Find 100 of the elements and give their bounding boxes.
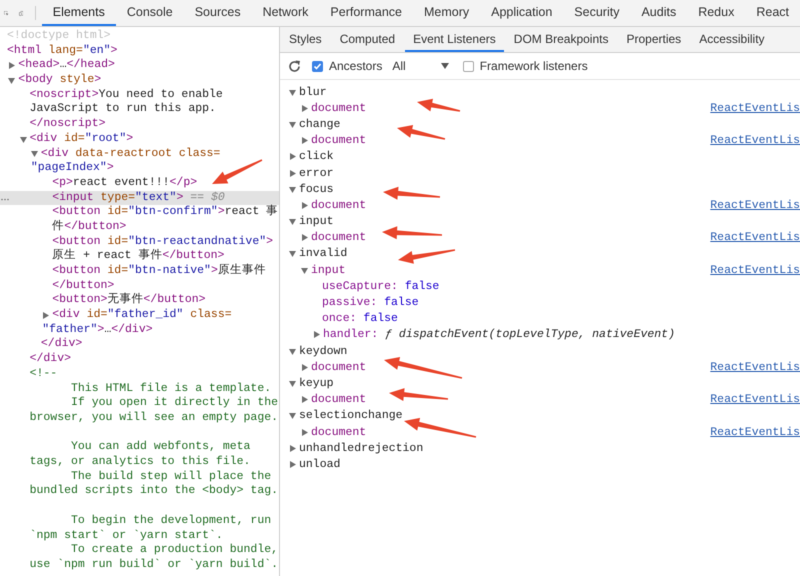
source-link[interactable]: ReactEventLis bbox=[710, 231, 800, 244]
listener-target[interactable]: document bbox=[311, 393, 366, 406]
disclosure-triangle-icon[interactable] bbox=[289, 186, 296, 193]
disclosure-triangle-icon[interactable] bbox=[301, 428, 308, 436]
disclosure-triangle-icon[interactable] bbox=[42, 312, 50, 319]
disclosure-triangle-icon[interactable] bbox=[301, 364, 308, 371]
dom-node-line[interactable]: </button> bbox=[0, 278, 279, 294]
source-link[interactable]: ReactEventLis bbox=[710, 264, 800, 277]
dom-node-line[interactable]: </noscript> bbox=[0, 117, 279, 132]
source-link[interactable]: ReactEventLis bbox=[710, 134, 800, 148]
listener-target[interactable]: document bbox=[311, 426, 366, 439]
dom-node-line[interactable]: <button>无事件</button> bbox=[0, 293, 279, 308]
dom-node-line[interactable]: <button id="btn-reactandnative"> bbox=[0, 234, 279, 250]
framework-checkbox[interactable] bbox=[462, 60, 474, 72]
panel-tab[interactable]: Performance bbox=[319, 0, 413, 26]
disclosure-triangle-icon[interactable] bbox=[289, 153, 296, 160]
property-line[interactable]: handler: ƒ dispatchEvent(topLevelType, nativeEvent) bbox=[323, 328, 675, 342]
dom-node-line[interactable]: </div> bbox=[0, 352, 279, 367]
event-name[interactable]: keyup bbox=[299, 376, 334, 390]
ellipsis-icon[interactable] bbox=[1, 198, 9, 201]
event-name[interactable]: focus bbox=[299, 182, 334, 196]
html-comment[interactable]: <!-- This HTML file is a template. If you open it directly in the browser, you will see an empty page. You can add webfonts, meta tags, or analytics to this file. The build step will place the bundled scripts into the <body> tag. To begin the development, run `npm start` or `yarn start`. To create a production bundle, use `npm run build` or `yarn build`. bbox=[0, 366, 279, 573]
dom-node-line[interactable]: <div data-reactroot class= bbox=[0, 146, 279, 162]
listener-target[interactable]: document bbox=[311, 231, 366, 244]
panel-tab[interactable]: Network bbox=[252, 0, 320, 26]
disclosure-triangle-icon[interactable] bbox=[301, 396, 308, 404]
disclosure-triangle-icon[interactable] bbox=[301, 137, 308, 144]
disclosure-triangle-icon[interactable] bbox=[289, 88, 296, 96]
sidebar-tab[interactable]: Properties bbox=[618, 27, 690, 52]
dom-node-line[interactable]: 原生 + react 事件</button> bbox=[0, 249, 279, 264]
dom-node-line[interactable]: JavaScript to run this app. bbox=[0, 102, 279, 118]
event-name[interactable]: invalid bbox=[299, 247, 348, 260]
disclosure-triangle-icon[interactable] bbox=[301, 234, 308, 242]
disclosure-triangle-icon[interactable] bbox=[301, 202, 308, 209]
event-name[interactable]: input bbox=[299, 215, 334, 228]
disclosure-triangle-icon[interactable] bbox=[20, 136, 27, 143]
disclosure-triangle-icon[interactable] bbox=[301, 266, 308, 274]
disclosure-triangle-icon[interactable] bbox=[289, 170, 296, 177]
panel-tab[interactable]: React bbox=[745, 0, 800, 26]
panel-tab[interactable]: Redux bbox=[687, 0, 746, 26]
dom-node-line[interactable]: <html lang="en"> bbox=[0, 44, 279, 58]
disclosure-triangle-icon[interactable] bbox=[289, 120, 296, 128]
panel-tab[interactable]: Elements bbox=[42, 0, 116, 26]
disclosure-triangle-icon[interactable] bbox=[289, 380, 296, 387]
listener-target[interactable]: document bbox=[311, 134, 366, 148]
listener-target[interactable]: input bbox=[311, 264, 346, 277]
dom-node-line[interactable]: <body style> bbox=[0, 73, 279, 88]
event-name[interactable]: error bbox=[299, 166, 334, 180]
dom-node-line[interactable]: 件</button> bbox=[0, 220, 279, 235]
property-line: once: false bbox=[322, 312, 398, 326]
disclosure-triangle-icon[interactable] bbox=[313, 331, 320, 338]
sidebar-tab[interactable]: Styles bbox=[281, 27, 330, 52]
panel-tab[interactable]: Application bbox=[480, 0, 564, 26]
dom-node-line[interactable]: "pageIndex"> bbox=[0, 161, 279, 176]
dom-node-line[interactable]: <button id="btn-confirm">react 事 bbox=[0, 205, 279, 220]
source-link[interactable]: ReactEventLis bbox=[710, 426, 800, 439]
sidebar-tab[interactable]: Computed bbox=[332, 27, 404, 52]
event-name[interactable]: blur bbox=[299, 86, 327, 99]
disclosure-triangle-icon[interactable] bbox=[289, 250, 296, 258]
dom-node-line[interactable]: <p>react event!!!</p> bbox=[0, 176, 279, 191]
panel-tab[interactable]: Security bbox=[563, 0, 630, 26]
listener-target[interactable]: document bbox=[311, 198, 366, 212]
disclosure-triangle-icon[interactable] bbox=[289, 412, 296, 420]
dom-node-line[interactable]: <button id="btn-native">原生事件 bbox=[0, 264, 279, 279]
disclosure-triangle-icon[interactable] bbox=[289, 444, 296, 452]
disclosure-triangle-icon[interactable] bbox=[289, 218, 296, 226]
source-link[interactable]: ReactEventLis bbox=[710, 198, 800, 212]
source-link[interactable]: ReactEventLis bbox=[710, 360, 800, 374]
panel-tab[interactable]: Sources bbox=[184, 0, 252, 26]
dom-node-line[interactable]: <head>…</head> bbox=[0, 58, 279, 74]
source-link[interactable]: ReactEventLis bbox=[710, 102, 800, 115]
disclosure-triangle-icon[interactable] bbox=[289, 348, 296, 355]
dom-node-line[interactable]: <div id="root"> bbox=[0, 132, 279, 146]
dom-node-line[interactable]: "father">…</div> bbox=[0, 322, 279, 338]
disclosure-triangle-icon[interactable] bbox=[8, 76, 16, 84]
event-name[interactable]: unhandledrejection bbox=[299, 442, 424, 455]
disclosure-triangle-icon[interactable] bbox=[8, 62, 16, 70]
dom-node-line[interactable]: <noscript>You need to enable bbox=[0, 88, 279, 102]
dom-node-line[interactable]: <div id="father_id" class= bbox=[0, 308, 279, 323]
disclosure-triangle-icon[interactable] bbox=[301, 104, 308, 112]
sidebar-tab[interactable]: Event Listeners bbox=[405, 27, 504, 52]
sidebar-tab[interactable]: Accessibility bbox=[691, 27, 773, 52]
disclosure-triangle-icon[interactable] bbox=[30, 150, 38, 158]
listener-target[interactable]: document bbox=[311, 360, 366, 374]
event-name[interactable]: keydown bbox=[299, 344, 348, 358]
event-name[interactable]: unload bbox=[299, 458, 340, 471]
disclosure-triangle-icon[interactable] bbox=[289, 460, 296, 468]
dom-node-line[interactable]: </div> bbox=[0, 337, 279, 352]
source-link[interactable]: ReactEventLis bbox=[710, 393, 800, 406]
listener-target[interactable]: document bbox=[311, 102, 366, 115]
sidebar-tab[interactable]: DOM Breakpoints bbox=[506, 27, 616, 52]
panel-tab[interactable]: Memory bbox=[412, 0, 480, 26]
event-name[interactable]: change bbox=[299, 118, 340, 131]
event-name[interactable]: click bbox=[299, 150, 334, 164]
refresh-icon[interactable] bbox=[288, 60, 301, 72]
filter-dropdown[interactable]: All bbox=[390, 59, 453, 73]
panel-tab[interactable]: Console bbox=[116, 0, 184, 26]
ancestors-checkbox[interactable] bbox=[312, 60, 323, 72]
event-name[interactable]: selectionchange bbox=[299, 409, 403, 422]
panel-tab[interactable]: Audits bbox=[630, 0, 688, 26]
